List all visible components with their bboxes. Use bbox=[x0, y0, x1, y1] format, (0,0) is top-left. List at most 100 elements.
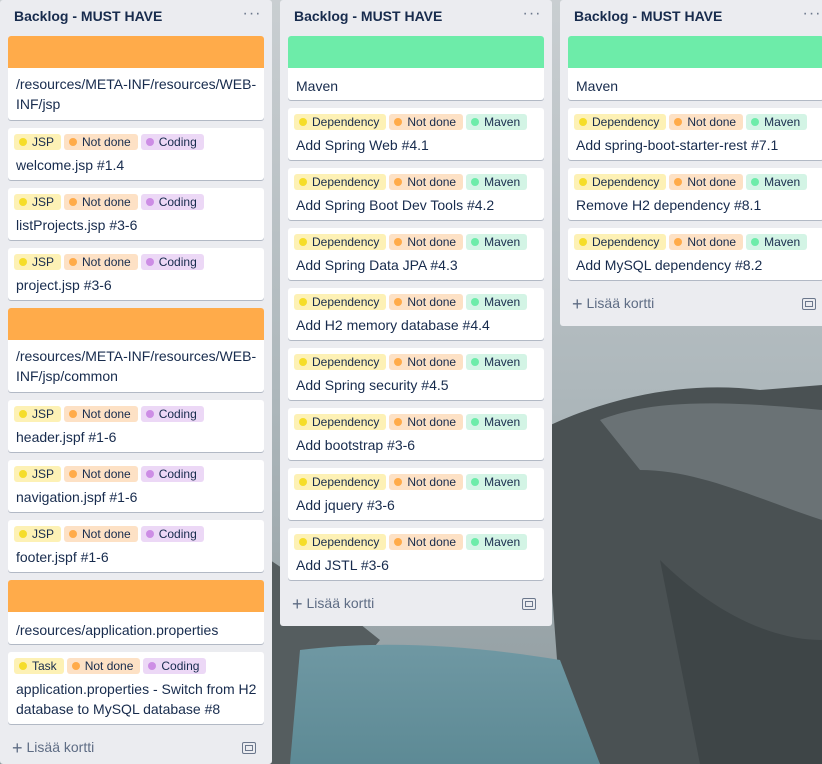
label-dot-icon bbox=[579, 238, 587, 246]
label-maven: Maven bbox=[746, 114, 808, 130]
label-dot-icon bbox=[145, 198, 154, 206]
card-listprojects[interactable]: JSP Not done Coding listProjects.jsp #3-6 bbox=[8, 188, 264, 240]
card-dependency[interactable]: Dependency Not done Maven Add Spring Web #4… bbox=[288, 108, 544, 160]
card-dependency[interactable]: Dependency Not done Maven Add Spring securi… bbox=[288, 348, 544, 400]
label-dependency: Dependency bbox=[294, 234, 387, 250]
list-header[interactable]: Backlog - MUST HAVE ··· bbox=[0, 0, 272, 34]
label-dot-icon bbox=[19, 258, 27, 266]
card-project[interactable]: JSP Not done Coding project.jsp #3-6 bbox=[8, 248, 264, 300]
label-maven: Maven bbox=[746, 234, 808, 250]
label-coding: Coding bbox=[140, 466, 204, 482]
label-jsp: JSP bbox=[14, 254, 62, 270]
card-labels: Dependency Not done Maven bbox=[294, 414, 530, 430]
card-dependency[interactable]: Dependency Not done Maven Add MySQL depende… bbox=[568, 228, 822, 280]
label-dot-icon bbox=[471, 358, 480, 366]
card-labels: JSP Not done Coding bbox=[14, 134, 207, 150]
cover-card[interactable]: Maven bbox=[288, 36, 544, 100]
card-title: Maven bbox=[296, 78, 339, 94]
card-labels: Dependency Not done Maven bbox=[294, 234, 530, 250]
card-title: Add Spring security #4.5 bbox=[296, 377, 449, 393]
label-dot-icon bbox=[299, 418, 307, 426]
cover-card[interactable]: /resources/META-INF/resources/WEB-INF/js… bbox=[8, 36, 264, 120]
label-dot-icon bbox=[394, 238, 403, 246]
cover-card[interactable]: /resources/META-INF/resources/WEB-INF/js… bbox=[8, 308, 264, 392]
card-template-icon[interactable] bbox=[522, 598, 536, 610]
add-card-button[interactable]: + Lisää kortti bbox=[572, 294, 654, 315]
label-dot-icon bbox=[299, 298, 307, 306]
label-dot-icon bbox=[299, 238, 307, 246]
label-dot-icon bbox=[674, 178, 683, 186]
label-not-done: Not done bbox=[64, 526, 138, 542]
label-dot-icon bbox=[471, 118, 480, 126]
label-dependency: Dependency bbox=[294, 474, 387, 490]
label-coding: Coding bbox=[143, 658, 207, 674]
label-not-done: Not done bbox=[389, 474, 464, 490]
label-not-done: Not done bbox=[389, 534, 464, 550]
card-title: Remove H2 dependency #8.1 bbox=[576, 197, 762, 213]
label-maven: Maven bbox=[746, 174, 808, 190]
list-menu-icon[interactable]: ··· bbox=[800, 4, 822, 28]
card-application-properties[interactable]: Task Not done Coding application.propertie… bbox=[8, 652, 264, 724]
label-maven: Maven bbox=[466, 294, 528, 310]
cover-card[interactable]: Maven bbox=[568, 36, 822, 100]
card-dependency[interactable]: Dependency Not done Maven Add JSTL #3-6 bbox=[288, 528, 544, 580]
card-title: Add Spring Data JPA #4.3 bbox=[296, 257, 458, 273]
add-card-button[interactable]: + Lisää kortti bbox=[292, 594, 374, 615]
card-dependency[interactable]: Dependency Not done Maven Add H2 memory dat… bbox=[288, 288, 544, 340]
label-dot-icon bbox=[19, 530, 27, 538]
card-navigation[interactable]: JSP Not done Coding navigation.jspf #1-6 bbox=[8, 460, 264, 512]
card-dependency[interactable]: Dependency Not done Maven Add spring-boot-s… bbox=[568, 108, 822, 160]
label-dependency: Dependency bbox=[294, 174, 387, 190]
card-template-icon[interactable] bbox=[242, 742, 256, 754]
list-menu-icon[interactable]: ··· bbox=[520, 4, 544, 28]
label-jsp: JSP bbox=[14, 406, 62, 422]
list-backlog-1: Backlog - MUST HAVE ··· /resources/META-… bbox=[0, 0, 272, 764]
label-coding: Coding bbox=[140, 526, 204, 542]
list-header[interactable]: Backlog - MUST HAVE ··· bbox=[560, 0, 822, 34]
card-cover-orange bbox=[8, 580, 264, 612]
label-dot-icon bbox=[69, 138, 78, 146]
card-template-icon[interactable] bbox=[802, 298, 816, 310]
label-dot-icon bbox=[471, 238, 480, 246]
label-dot-icon bbox=[71, 662, 80, 670]
label-dot-icon bbox=[471, 478, 480, 486]
card-dependency[interactable]: Dependency Not done Maven Remove H2 depende… bbox=[568, 168, 822, 220]
card-title: Add JSTL #3-6 bbox=[296, 557, 389, 573]
card-title: /resources/application.properties bbox=[16, 622, 219, 638]
card-footer[interactable]: JSP Not done Coding footer.jspf #1-6 bbox=[8, 520, 264, 572]
card-labels: Task Not done Coding bbox=[14, 658, 209, 674]
list-header[interactable]: Backlog - MUST HAVE ··· bbox=[280, 0, 552, 34]
label-dot-icon bbox=[471, 298, 480, 306]
label-not-done: Not done bbox=[64, 466, 138, 482]
label-dot-icon bbox=[299, 538, 307, 546]
label-not-done: Not done bbox=[389, 234, 464, 250]
list-backlog-3: Backlog - MUST HAVE ··· Maven Dependency… bbox=[560, 0, 822, 326]
card-labels: Dependency Not done Maven bbox=[574, 174, 810, 190]
list-title[interactable]: Backlog - MUST HAVE bbox=[574, 8, 722, 24]
card-welcome[interactable]: JSP Not done Coding welcome.jsp #1.4 bbox=[8, 128, 264, 180]
card-header[interactable]: JSP Not done Coding header.jspf #1-6 bbox=[8, 400, 264, 452]
card-title: Add Spring Boot Dev Tools #4.2 bbox=[296, 197, 495, 213]
card-title: Add Spring Web #4.1 bbox=[296, 137, 429, 153]
plus-icon: + bbox=[292, 594, 303, 614]
list-title[interactable]: Backlog - MUST HAVE bbox=[14, 8, 162, 24]
cover-card[interactable]: /resources/application.properties bbox=[8, 580, 264, 644]
list-title[interactable]: Backlog - MUST HAVE bbox=[294, 8, 442, 24]
add-card-button[interactable]: + Lisää kortti bbox=[12, 738, 94, 759]
card-dependency[interactable]: Dependency Not done Maven Add bootstrap #3-… bbox=[288, 408, 544, 460]
label-coding: Coding bbox=[140, 134, 204, 150]
card-labels: Dependency Not done Maven bbox=[294, 174, 530, 190]
card-title: footer.jspf #1-6 bbox=[16, 549, 109, 565]
label-dot-icon bbox=[69, 410, 78, 418]
card-dependency[interactable]: Dependency Not done Maven Add Spring Data J… bbox=[288, 228, 544, 280]
card-dependency[interactable]: Dependency Not done Maven Add Spring Boot D… bbox=[288, 168, 544, 220]
list-menu-icon[interactable]: ··· bbox=[240, 4, 264, 28]
label-not-done: Not done bbox=[669, 114, 744, 130]
label-maven: Maven bbox=[466, 114, 528, 130]
label-maven: Maven bbox=[466, 414, 528, 430]
label-dependency: Dependency bbox=[574, 174, 667, 190]
card-dependency[interactable]: Dependency Not done Maven Add jquery #3-6 bbox=[288, 468, 544, 520]
card-cover-green bbox=[568, 36, 822, 68]
label-dot-icon bbox=[394, 418, 403, 426]
card-title: Add jquery #3-6 bbox=[296, 497, 395, 513]
